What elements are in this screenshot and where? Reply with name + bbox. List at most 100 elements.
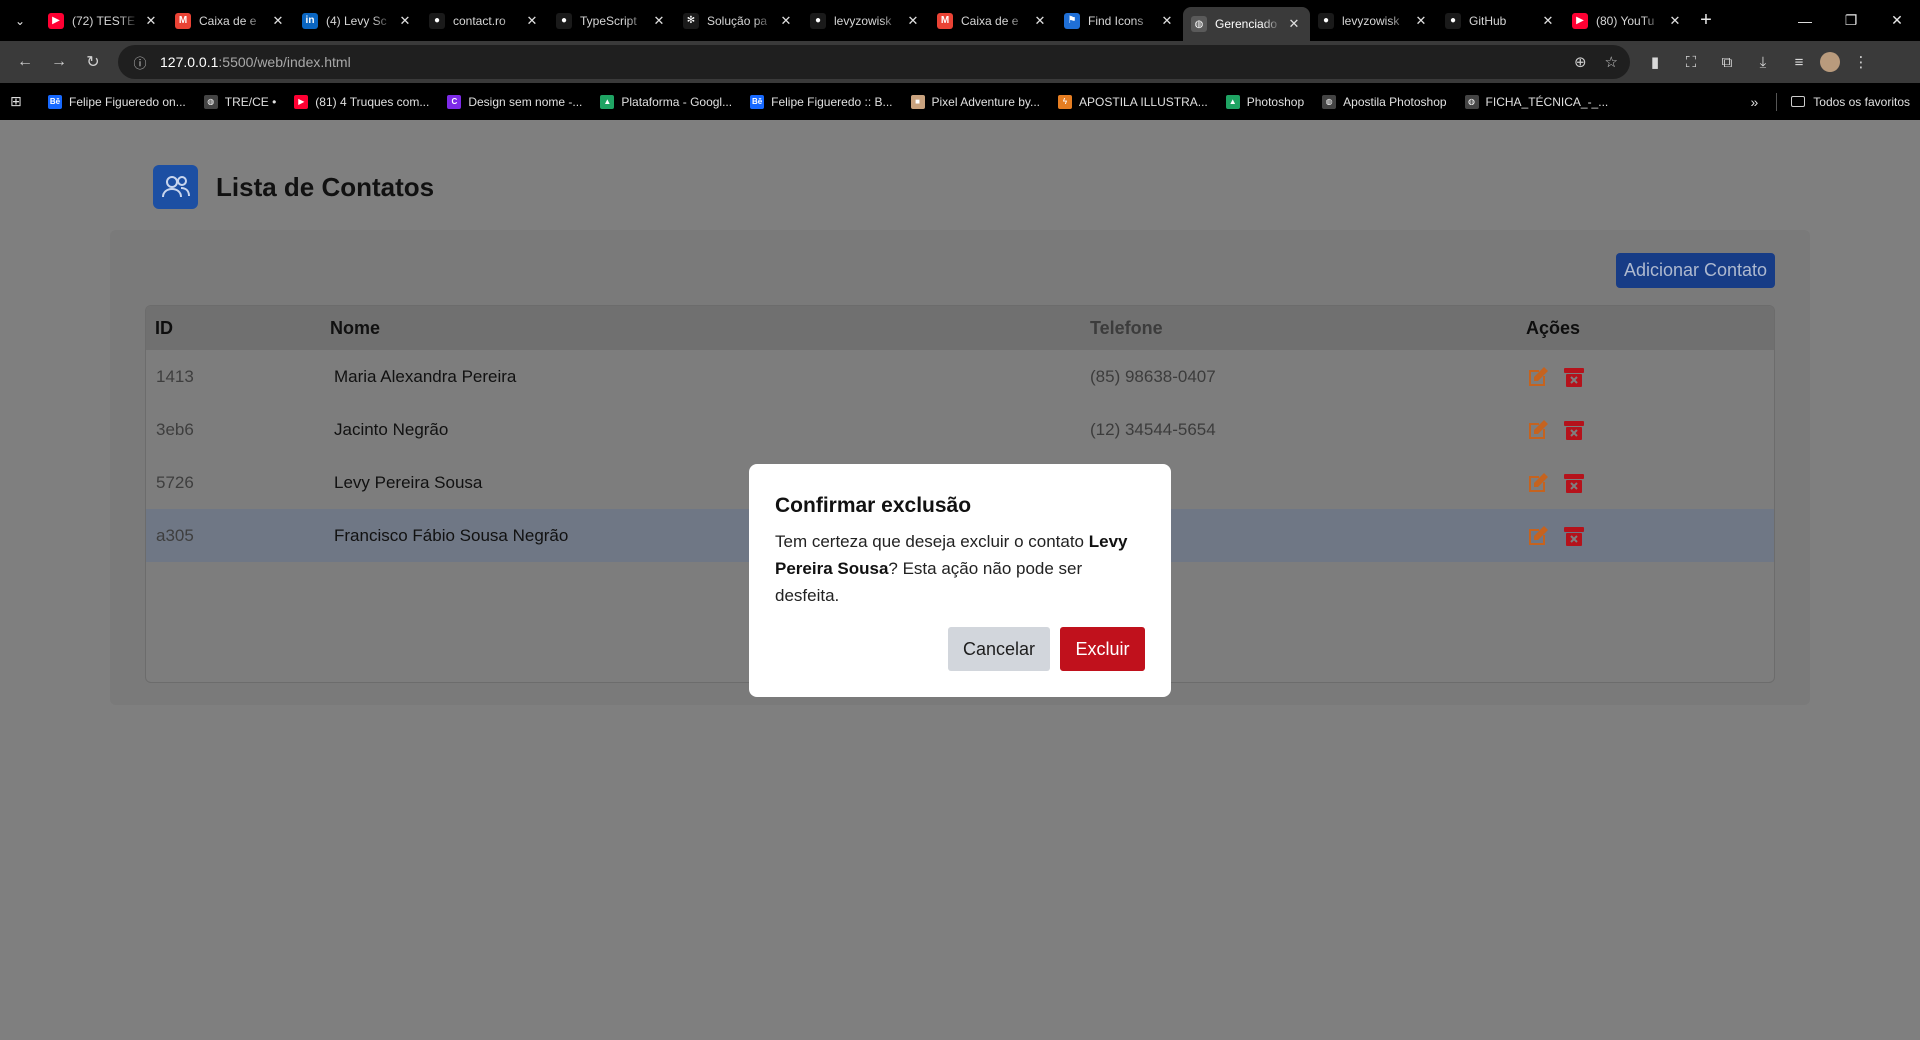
media-control-icon[interactable]: ≡: [1784, 47, 1814, 77]
page-header: Lista de Contatos: [153, 165, 434, 209]
extensions-puzzle-icon[interactable]: ⧉: [1712, 47, 1742, 77]
cell-phone: (85) 98638-0407: [1090, 366, 1216, 386]
close-tab-icon[interactable]: ✕: [1159, 13, 1175, 29]
browser-tab[interactable]: ◍ Gerenciado ✕: [1183, 7, 1310, 41]
bookmark-label: Design sem nome -...: [468, 94, 583, 109]
browser-tab[interactable]: M Caixa de e ✕: [929, 5, 1056, 37]
close-tab-icon[interactable]: ✕: [778, 13, 794, 29]
restore-icon[interactable]: ❐: [1828, 0, 1874, 41]
back-icon[interactable]: ←: [8, 45, 42, 79]
modal-text-before: Tem certeza que deseja excluir o contato: [775, 532, 1089, 551]
browser-tab[interactable]: ✻ Solução pa ✕: [675, 5, 802, 37]
bookmark-item[interactable]: C Design sem nome -...: [447, 94, 583, 109]
menu-kebab-icon[interactable]: ⋮: [1846, 47, 1876, 77]
bookmark-label: FICHA_TÉCNICA_-_...: [1485, 94, 1609, 109]
bolt-icon: ϟ: [1058, 94, 1073, 109]
close-tab-icon[interactable]: ✕: [270, 13, 286, 29]
close-tab-icon[interactable]: ✕: [905, 13, 921, 29]
download-icon[interactable]: ⤓: [1748, 47, 1778, 77]
browser-tab[interactable]: M Caixa de e ✕: [167, 5, 294, 37]
bookmark-item[interactable]: ◍ TRE/CE •: [203, 94, 276, 109]
browser-tab[interactable]: ● GitHub ✕: [1437, 5, 1564, 37]
contacts-logo-icon: [153, 165, 198, 209]
behance-icon: Bē: [48, 94, 62, 109]
bookmark-item[interactable]: ◍ FICHA_TÉCNICA_-_...: [1464, 94, 1609, 109]
bookmark-item[interactable]: Bē Felipe Figueredo on...: [48, 94, 186, 109]
column-header-name: Nome: [330, 317, 381, 338]
delete-icon[interactable]: [1562, 524, 1586, 548]
column-header-phone: Telefone: [1090, 317, 1163, 338]
extension-icon[interactable]: ▮: [1640, 47, 1670, 77]
close-tab-icon[interactable]: ✕: [1286, 16, 1302, 32]
cell-actions: [1526, 471, 1774, 495]
more-bookmarks-icon[interactable]: »: [1750, 94, 1758, 110]
close-tab-icon[interactable]: ✕: [143, 13, 159, 29]
close-tab-icon[interactable]: ✕: [524, 13, 540, 29]
bookmark-item[interactable]: ◍ Apostila Photoshop: [1322, 94, 1447, 109]
tab-title: levyzowisk: [1342, 13, 1400, 28]
delete-icon[interactable]: [1562, 418, 1586, 442]
url-path: :5500/web/index.html: [218, 54, 351, 70]
cancel-button[interactable]: Cancelar: [948, 627, 1050, 671]
close-tab-icon[interactable]: ✕: [1032, 13, 1048, 29]
bookmark-item[interactable]: ■ Pixel Adventure by...: [910, 94, 1040, 109]
cell-actions: [1526, 524, 1774, 548]
edit-icon[interactable]: [1526, 524, 1550, 548]
browser-tab[interactable]: ▶ (72) TESTE ✕: [40, 5, 167, 37]
browser-tab[interactable]: ● levyzowisk ✕: [802, 5, 929, 37]
new-tab-icon[interactable]: +: [1691, 9, 1721, 32]
bookmark-item[interactable]: ▶ (81) 4 Truques com...: [294, 94, 429, 109]
bookmark-item[interactable]: ▲ Photoshop: [1225, 94, 1304, 109]
zoom-icon[interactable]: ⊕: [1574, 53, 1587, 71]
profile-avatar[interactable]: [1820, 52, 1840, 72]
globe-icon: ◍: [203, 94, 218, 109]
browser-tab[interactable]: ⚑ Find Icons ✕: [1056, 5, 1183, 37]
minimize-icon[interactable]: —: [1782, 0, 1828, 41]
delete-icon[interactable]: [1562, 471, 1586, 495]
browser-tab[interactable]: ● TypeScript ✕: [548, 5, 675, 37]
screenshot-icon[interactable]: ⛶: [1676, 47, 1706, 77]
confirm-delete-button[interactable]: Excluir: [1060, 627, 1145, 671]
close-tab-icon[interactable]: ✕: [1667, 13, 1683, 29]
close-tab-icon[interactable]: ✕: [1413, 13, 1429, 29]
close-tab-icon[interactable]: ✕: [1540, 13, 1556, 29]
modal-title: Confirmar exclusão: [775, 494, 972, 517]
all-bookmarks-folder[interactable]: Todos os favoritos: [1791, 95, 1910, 109]
tab-search-icon[interactable]: ⌄: [0, 0, 40, 41]
tab-title: Caixa de e: [199, 13, 257, 28]
bookmark-item[interactable]: Bē Felipe Figueredo :: B...: [750, 94, 893, 109]
close-tab-icon[interactable]: ✕: [651, 13, 667, 29]
edit-icon[interactable]: [1526, 418, 1550, 442]
browser-tab[interactable]: ● levyzowisk ✕: [1310, 5, 1437, 37]
apps-grid-icon[interactable]: ⊞: [10, 93, 30, 110]
bookmark-item[interactable]: ▲ Plataforma - Googl...: [600, 94, 733, 109]
browser-tab[interactable]: in (4) Levy Sc ✕: [294, 5, 421, 37]
bookmark-label: Plataforma - Googl...: [621, 94, 733, 109]
tab-title: Solução pa: [707, 13, 768, 28]
bookmark-label: Apostila Photoshop: [1343, 94, 1447, 109]
reload-icon[interactable]: ↻: [76, 45, 110, 79]
drive-icon: ▲: [600, 94, 615, 109]
edit-icon[interactable]: [1526, 471, 1550, 495]
modal-actions: Cancelar Excluir: [948, 627, 1145, 671]
tab-title: Find Icons: [1088, 13, 1144, 28]
browser-tab[interactable]: ▶ (80) YouTu ✕: [1564, 5, 1691, 37]
forward-icon[interactable]: →: [42, 45, 76, 79]
site-info-icon[interactable]: ⓘ: [130, 52, 150, 72]
cell-phone: (12) 34544-5654: [1090, 419, 1216, 439]
delete-icon[interactable]: [1562, 365, 1586, 389]
folder-icon: [1791, 96, 1806, 107]
browser-tab[interactable]: ● contact.ro ✕: [421, 5, 548, 37]
close-tab-icon[interactable]: ✕: [397, 13, 413, 29]
cell-actions: [1526, 365, 1774, 389]
close-window-icon[interactable]: ✕: [1874, 0, 1920, 41]
bookmark-label: APOSTILA ILLUSTRA...: [1079, 94, 1208, 109]
add-contact-button[interactable]: Adicionar Contato: [1616, 253, 1775, 288]
edit-icon[interactable]: [1526, 365, 1550, 389]
bookmark-item[interactable]: ϟ APOSTILA ILLUSTRA...: [1058, 94, 1208, 109]
bookmark-star-icon[interactable]: ☆: [1605, 53, 1618, 71]
address-bar[interactable]: ⓘ 127.0.0.1:5500/web/index.html ⊕ ☆: [118, 45, 1630, 79]
window-controls: — ❐ ✕: [1782, 0, 1920, 41]
globe-icon: ◍: [1191, 16, 1207, 32]
table-row: 3eb6 Jacinto Negrão (12) 34544-5654: [146, 403, 1774, 456]
